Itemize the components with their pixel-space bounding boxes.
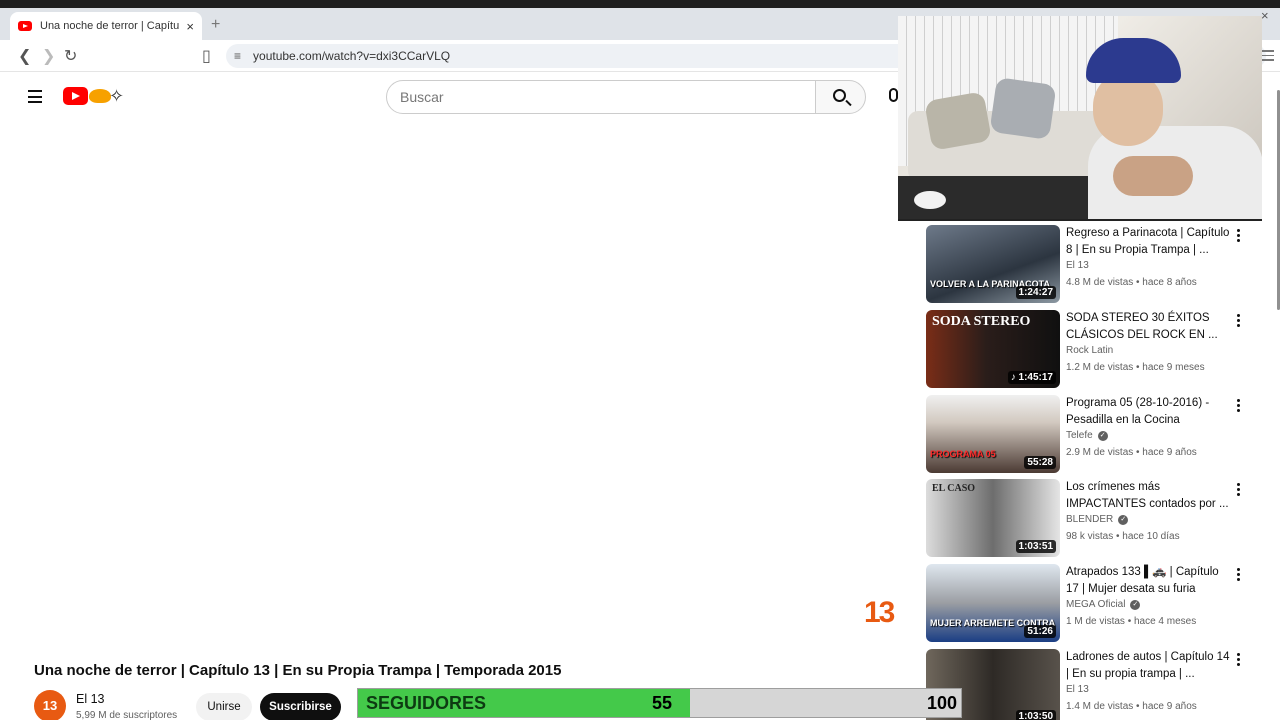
url-text: youtube.com/watch?v=dxi3CCarVLQ	[253, 49, 451, 63]
webcam-overlay	[898, 16, 1262, 221]
video-main-title: Una noche de terror | Capítulo 13 | En s…	[34, 662, 562, 679]
channel-watermark-logo: 13	[864, 596, 895, 629]
browser-tab-active[interactable]: Una noche de terror | Capítulo 1 ×	[10, 12, 202, 40]
doodle-runner-icon: ✧	[109, 86, 125, 106]
browser-menu-icon[interactable]	[1262, 50, 1274, 64]
channel-name[interactable]: BLENDER ✓	[1066, 514, 1129, 525]
bookmark-icon[interactable]: ▯	[202, 46, 211, 66]
thumbnail-caption: PROGRAMA 05	[930, 449, 996, 459]
video-thumbnail[interactable]: VOLVER A LA PARINACOTA 1:24:27	[926, 225, 1060, 303]
followers-label: SEGUIDORES	[366, 693, 487, 713]
duration-badge: 1:24:27	[1015, 286, 1056, 299]
thumbnail-caption: EL CASO	[932, 483, 976, 494]
recommendation-item[interactable]: VOLVER A LA PARINACOTA 1:24:27 Regreso a…	[926, 225, 1276, 303]
video-thumbnail[interactable]: SODA STEREO ♪ 1:45:17	[926, 310, 1060, 388]
channel-name[interactable]: Rock Latin	[1066, 345, 1113, 356]
verified-check-icon: ✓	[1118, 514, 1129, 525]
subscribe-button[interactable]: Suscribirse	[260, 693, 341, 720]
channel-avatar[interactable]: 13	[34, 690, 66, 720]
recommendation-item[interactable]: EL CASO 1:03:51 Los crímenes más IMPACTA…	[926, 479, 1276, 557]
recommendation-item[interactable]: 1:03:50 Ladrones de autos | Capítulo 14 …	[926, 649, 1276, 720]
recommendation-item[interactable]: PROGRAMA 05 55:28 Programa 05 (28-10-201…	[926, 395, 1276, 473]
video-meta: 1 M de vistas • hace 4 meses	[1066, 616, 1197, 627]
more-options-icon[interactable]	[1237, 483, 1241, 498]
more-options-icon[interactable]	[1237, 568, 1241, 583]
video-title[interactable]: SODA STEREO 30 ÉXITOS CLÁSICOS DEL ROCK …	[1066, 310, 1230, 343]
channel-name[interactable]: MEGA Oficial ✓	[1066, 599, 1141, 610]
tab-close-icon[interactable]: ×	[186, 19, 194, 34]
video-meta: 2.9 M de vistas • hace 9 años	[1066, 447, 1197, 458]
new-tab-button[interactable]: +	[211, 16, 220, 34]
search-icon	[833, 89, 846, 102]
duration-badge: 1:03:50	[1015, 710, 1056, 720]
recommendation-item[interactable]: SODA STEREO ♪ 1:45:17 SODA STEREO 30 ÉXI…	[926, 310, 1276, 388]
more-options-icon[interactable]	[1237, 229, 1241, 244]
window-close-button[interactable]: ×	[1261, 8, 1269, 23]
subscriber-count: 5,99 M de suscriptores	[76, 710, 178, 720]
reload-icon[interactable]: ↻	[64, 46, 77, 66]
tab-title: Una noche de terror | Capítulo 1	[40, 20, 180, 32]
video-thumbnail[interactable]: MUJER ARREMETE CONTRA 51:26	[926, 564, 1060, 642]
more-options-icon[interactable]	[1237, 399, 1241, 414]
verified-check-icon: ✓	[1130, 599, 1141, 610]
channel-name[interactable]: El 13	[1066, 260, 1089, 271]
followers-current: 55	[652, 693, 673, 713]
duration-badge: ♪ 1:45:17	[1007, 371, 1056, 384]
followers-progress-bar: SEGUIDORES 55 100	[357, 688, 962, 718]
hamburger-menu-icon[interactable]	[28, 90, 42, 107]
duration-badge: 55:28	[1024, 456, 1056, 469]
recommendation-item[interactable]: MUJER ARREMETE CONTRA 51:26 Atrapados 13…	[926, 564, 1276, 642]
video-meta: 1.2 M de vistas • hace 9 meses	[1066, 362, 1205, 373]
youtube-logo[interactable]: ✧	[63, 87, 135, 107]
channel-name[interactable]: Telefe ✓	[1066, 430, 1108, 441]
video-title[interactable]: Regreso a Parinacota | Capítulo 8 | En s…	[1066, 225, 1230, 258]
back-arrow-icon[interactable]: ❮	[18, 46, 31, 66]
duration-badge: 51:26	[1024, 625, 1056, 638]
video-meta: 98 k vistas • hace 10 días	[1066, 531, 1180, 542]
video-thumbnail[interactable]: PROGRAMA 05 55:28	[926, 395, 1060, 473]
doodle-swoosh-icon	[89, 89, 111, 103]
duration-badge: 1:03:51	[1015, 540, 1056, 553]
followers-max: 100	[926, 693, 957, 713]
search-button[interactable]	[815, 80, 866, 114]
video-title[interactable]: Ladrones de autos | Capítulo 14 | En su …	[1066, 649, 1230, 682]
os-top-strip	[0, 0, 1280, 8]
join-button[interactable]: Unirse	[196, 693, 252, 720]
search-input[interactable]: Buscar	[386, 80, 816, 114]
verified-check-icon: ✓	[1097, 430, 1108, 441]
site-settings-icon[interactable]: ≡	[234, 49, 241, 63]
youtube-favicon-icon	[18, 21, 32, 31]
video-meta: 1.4 M de vistas • hace 9 años	[1066, 701, 1197, 712]
video-meta: 4.8 M de vistas • hace 8 años	[1066, 277, 1197, 288]
video-title[interactable]: Programa 05 (28-10-2016) - Pesadilla en …	[1066, 395, 1230, 428]
more-options-icon[interactable]	[1237, 314, 1241, 329]
microphone-icon[interactable]	[889, 88, 898, 102]
more-options-icon[interactable]	[1237, 653, 1241, 668]
thumbnail-caption: SODA STEREO	[932, 314, 1031, 329]
channel-name[interactable]: El 13	[1066, 684, 1089, 695]
video-title[interactable]: Los crímenes más IMPACTANTES contados po…	[1066, 479, 1230, 512]
channel-name-main[interactable]: El 13	[76, 692, 105, 706]
youtube-play-icon	[63, 87, 88, 105]
video-title[interactable]: Atrapados 133 ▌🚓 | Capítulo 17 | Mujer d…	[1066, 564, 1230, 598]
forward-arrow-icon[interactable]: ❯	[42, 46, 55, 66]
video-thumbnail[interactable]: EL CASO 1:03:51	[926, 479, 1060, 557]
